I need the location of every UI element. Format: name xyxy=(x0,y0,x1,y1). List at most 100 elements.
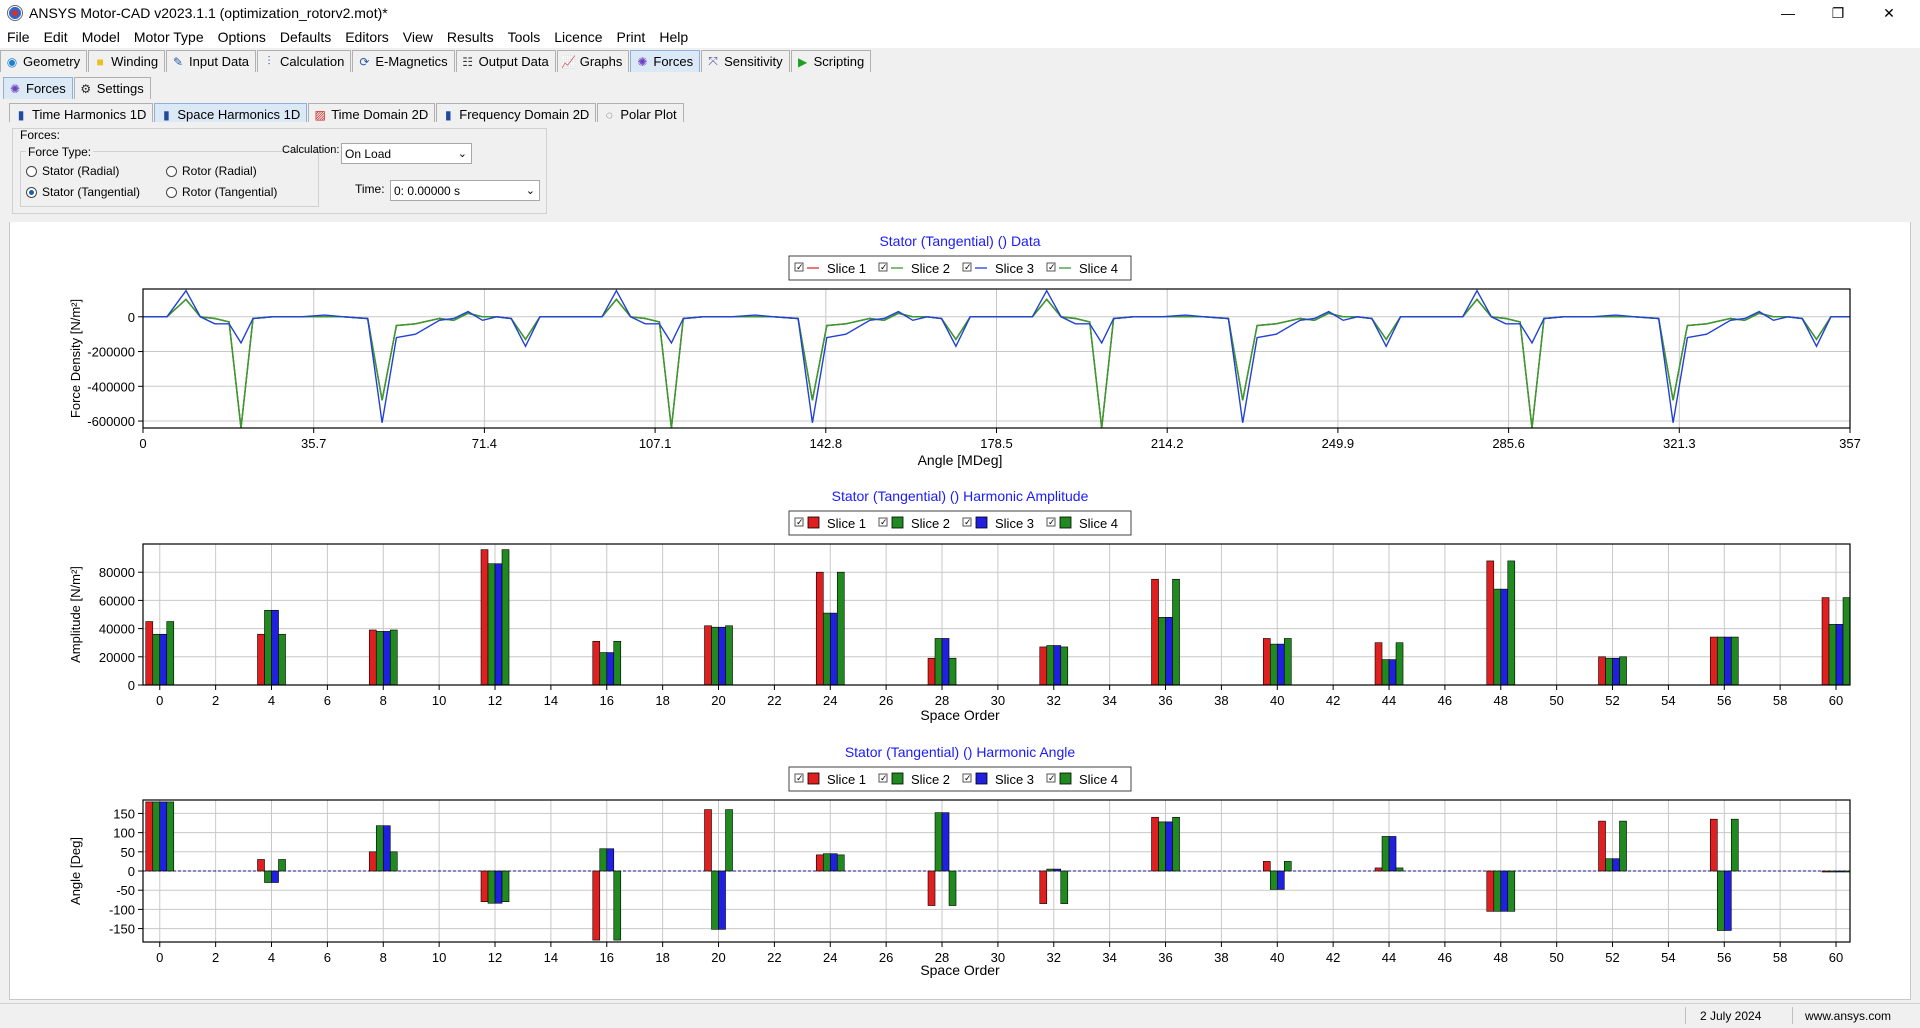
x-tick-label: 60 xyxy=(1829,950,1843,965)
y-tick-label: 80000 xyxy=(99,565,135,580)
bar-slice-2-order-4 xyxy=(264,870,272,883)
bar-slice-1-order-12 xyxy=(480,549,489,686)
y-tick-label: 40000 xyxy=(99,622,135,637)
x-tick-label: 71.4 xyxy=(472,436,497,451)
x-tick-label: 28 xyxy=(935,693,949,708)
x-axis-label: Space Order xyxy=(920,707,1000,723)
bar-slice-1-order-24 xyxy=(815,854,824,872)
x-tick-label: 56 xyxy=(1717,693,1731,708)
legend-check-mark: ✓ xyxy=(1048,517,1056,527)
bar-slice-4-order-60 xyxy=(1842,597,1851,686)
bar-slice-2-order-8 xyxy=(375,631,384,686)
bar-slice-1-order-8 xyxy=(368,851,377,872)
bar-slice-2-order-0 xyxy=(152,801,161,872)
bar-slice-4-order-44 xyxy=(1395,642,1404,686)
x-tick-label: 58 xyxy=(1773,693,1787,708)
x-tick-label: 46 xyxy=(1438,693,1452,708)
x-tick-label: 50 xyxy=(1549,950,1563,965)
legend-swatch xyxy=(891,516,904,529)
x-tick-label: 20 xyxy=(711,693,725,708)
bar-slice-3-order-40 xyxy=(1276,870,1285,890)
bar-slice-1-order-44 xyxy=(1374,867,1383,872)
bar-slice-4-order-28 xyxy=(948,870,957,906)
legend-label: Slice 3 xyxy=(995,772,1034,787)
bar-slice-3-order-52 xyxy=(1612,858,1620,872)
x-tick-label: 10 xyxy=(432,950,446,965)
bar-slice-1-order-24 xyxy=(815,571,824,686)
x-tick-label: 8 xyxy=(380,693,387,708)
x-tick-label: 38 xyxy=(1214,950,1228,965)
y-tick-label: -50 xyxy=(116,883,135,898)
bar-slice-1-order-4 xyxy=(257,633,265,686)
bar-slice-1-order-48 xyxy=(1486,870,1495,912)
x-tick-label: 42 xyxy=(1326,693,1340,708)
x-tick-label: 0 xyxy=(156,950,163,965)
legend-label: Slice 4 xyxy=(1079,516,1118,531)
bar-slice-4-order-20 xyxy=(725,809,733,872)
x-tick-label: 12 xyxy=(488,950,502,965)
bar-slice-4-order-56 xyxy=(1730,636,1739,686)
x-tick-label: 14 xyxy=(544,950,558,965)
bar-slice-1-order-52 xyxy=(1598,820,1606,872)
bar-slice-4-order-4 xyxy=(278,859,286,872)
bar-slice-3-order-36 xyxy=(1165,617,1173,686)
bar-slice-3-order-0 xyxy=(159,801,168,872)
legend-swatch xyxy=(975,772,988,785)
bar-slice-2-order-28 xyxy=(934,812,943,872)
bar-slice-2-order-52 xyxy=(1605,657,1613,686)
x-tick-label: 4 xyxy=(268,693,275,708)
x-tick-label: 22 xyxy=(767,950,781,965)
bar-slice-2-order-40 xyxy=(1269,870,1278,890)
bar-slice-4-order-40 xyxy=(1283,861,1292,872)
bar-slice-4-order-8 xyxy=(389,629,398,686)
bar-slice-3-order-12 xyxy=(494,870,503,904)
x-tick-label: 32 xyxy=(1047,693,1061,708)
x-tick-label: 0 xyxy=(139,436,146,451)
bar-slice-2-order-24 xyxy=(822,612,831,686)
bar-slice-1-order-28 xyxy=(927,657,936,686)
x-tick-label: 44 xyxy=(1382,950,1396,965)
legend-swatch xyxy=(891,772,904,785)
bar-slice-1-order-60 xyxy=(1821,597,1830,686)
x-tick-label: 36 xyxy=(1158,950,1172,965)
bar-slice-2-order-32 xyxy=(1046,868,1055,872)
bar-slice-1-order-40 xyxy=(1262,638,1271,686)
x-tick-label: 34 xyxy=(1102,693,1116,708)
x-tick-label: 142.8 xyxy=(810,436,843,451)
bar-slice-3-order-44 xyxy=(1388,659,1397,686)
x-tick-label: 22 xyxy=(767,693,781,708)
bar-slice-2-order-8 xyxy=(375,825,384,872)
x-tick-label: 18 xyxy=(655,693,669,708)
plot-area xyxy=(143,544,1850,685)
y-tick-label: 0 xyxy=(128,678,135,693)
bar-slice-4-order-8 xyxy=(389,851,398,872)
legend-label: Slice 1 xyxy=(827,261,866,276)
y-axis-label: Angle [Deg] xyxy=(68,837,83,905)
x-tick-label: 30 xyxy=(991,950,1005,965)
bar-slice-2-order-20 xyxy=(711,626,719,686)
bar-slice-2-order-44 xyxy=(1381,659,1390,686)
bar-slice-2-order-48 xyxy=(1493,870,1502,912)
legend-check-mark: ✓ xyxy=(880,773,888,783)
bar-slice-2-order-24 xyxy=(822,853,831,872)
bar-slice-1-order-40 xyxy=(1262,861,1271,872)
x-tick-label: 46 xyxy=(1438,950,1452,965)
y-tick-label: 20000 xyxy=(99,650,135,665)
x-tick-label: 54 xyxy=(1661,693,1675,708)
bar-slice-3-order-28 xyxy=(941,812,950,872)
x-axis-label: Space Order xyxy=(920,962,1000,978)
legend-swatch xyxy=(975,516,988,529)
legend-label: Slice 2 xyxy=(911,516,950,531)
chart-title: Stator (Tangential) () Data xyxy=(879,233,1040,249)
x-axis-label: Angle [MDeg] xyxy=(918,452,1003,468)
x-tick-label: 24 xyxy=(823,950,837,965)
y-tick-label: 150 xyxy=(113,806,135,821)
x-tick-label: 54 xyxy=(1661,950,1675,965)
x-tick-label: 48 xyxy=(1494,693,1508,708)
bar-slice-2-order-20 xyxy=(711,870,719,930)
x-tick-label: 30 xyxy=(991,693,1005,708)
bar-slice-1-order-32 xyxy=(1039,870,1048,904)
x-tick-label: 16 xyxy=(600,693,614,708)
chart-title: Stator (Tangential) () Harmonic Amplitud… xyxy=(832,488,1089,504)
legend-check-mark: ✓ xyxy=(1048,773,1056,783)
